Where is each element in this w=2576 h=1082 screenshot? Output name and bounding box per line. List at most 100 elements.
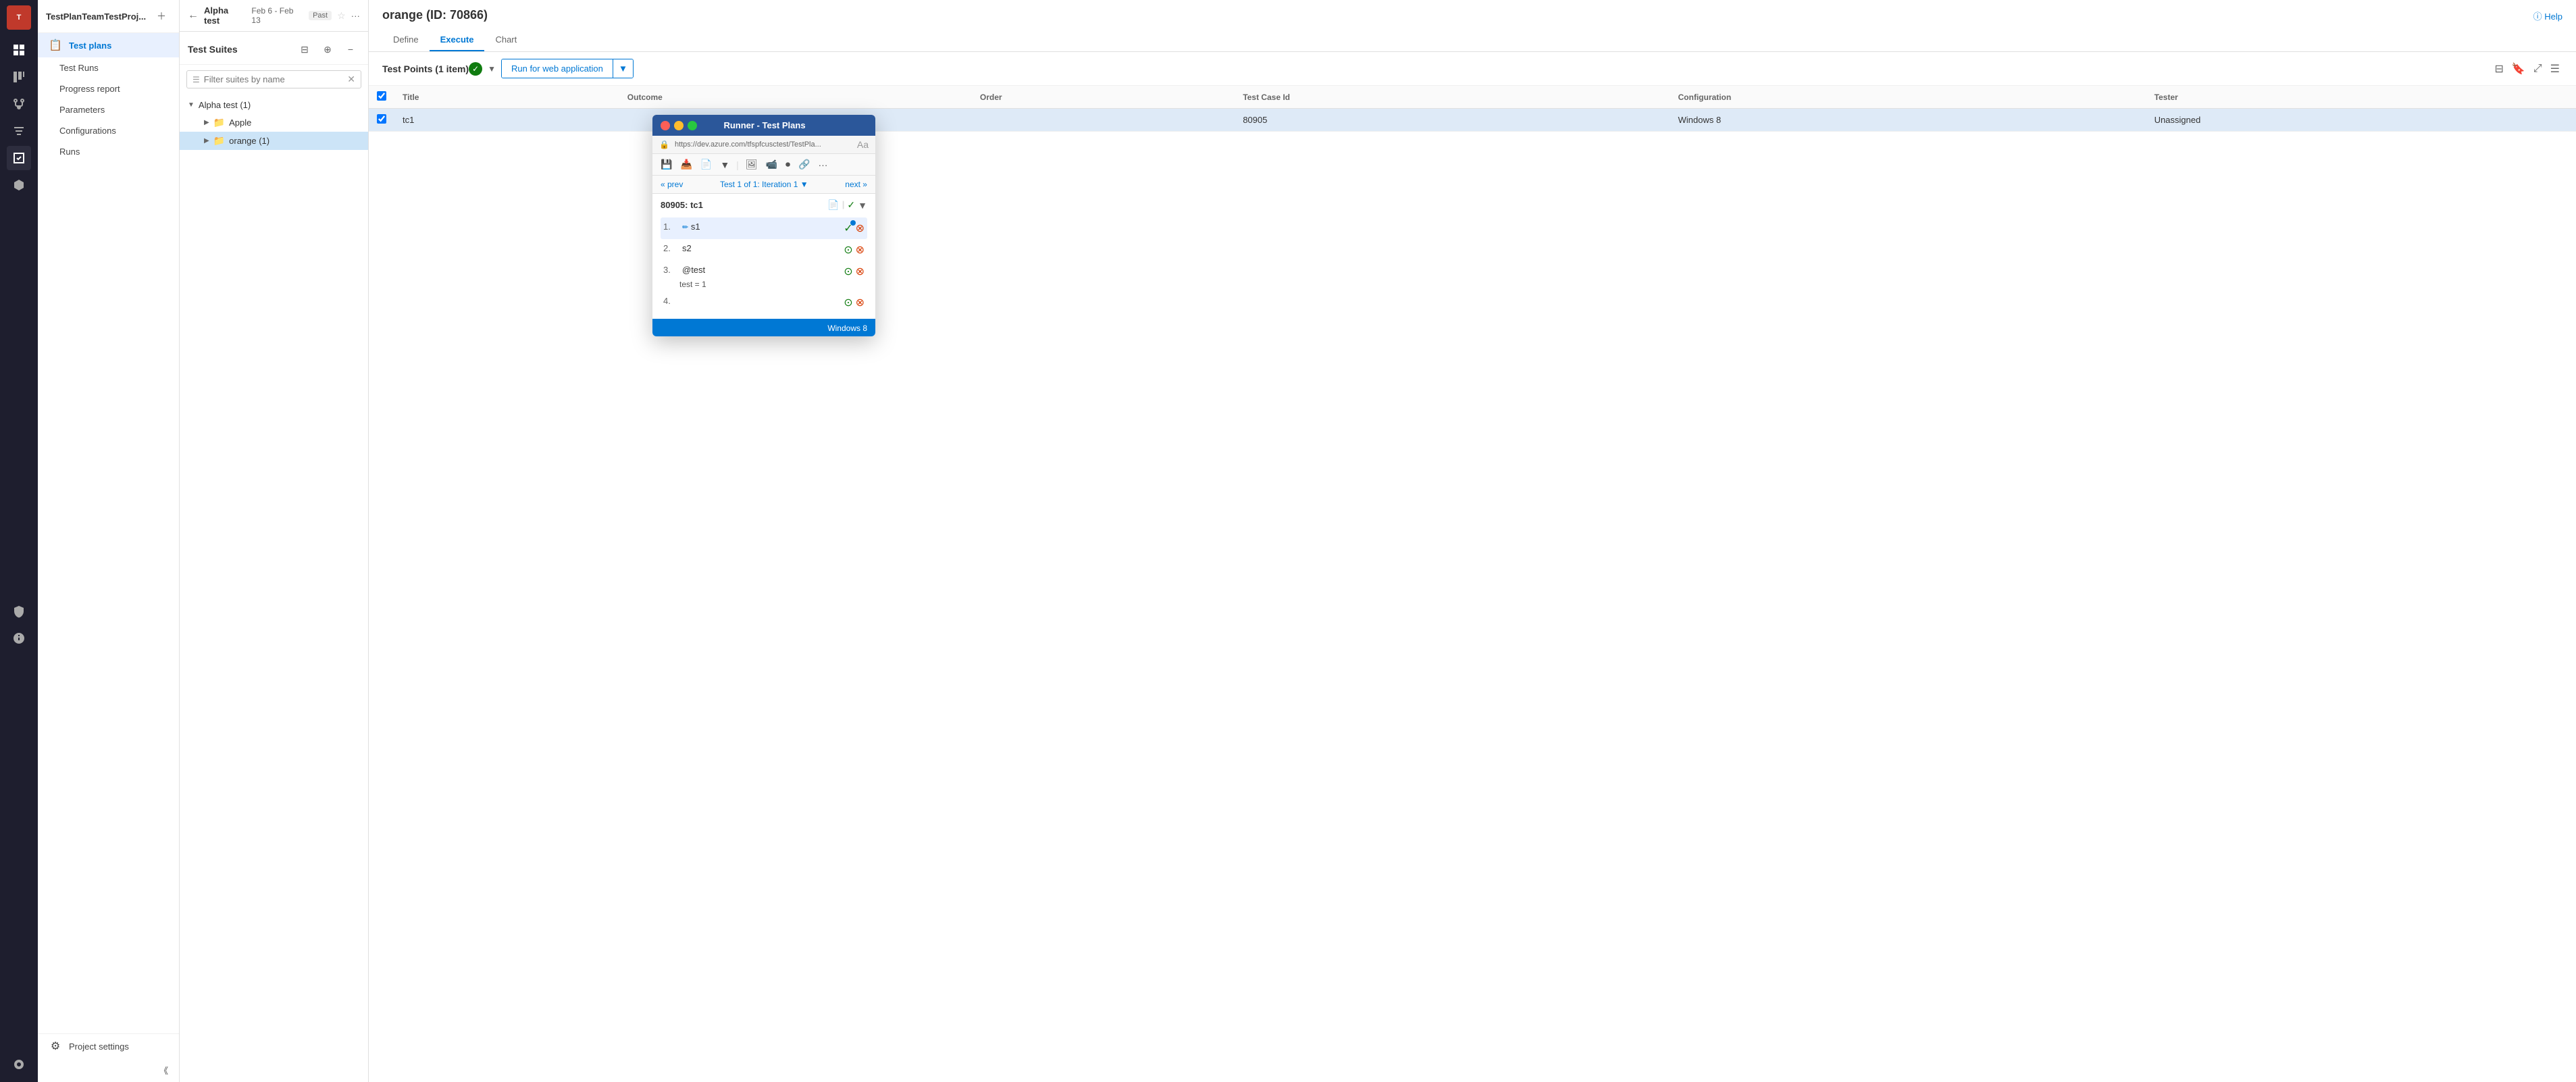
runner-toolbar: 💾 📥 📄 ▼ | 🖼 📹 ⏺ 🔗 ···	[652, 154, 875, 176]
suite-collapse-button[interactable]: −	[341, 40, 360, 59]
image-tool[interactable]: 🖼	[743, 157, 761, 172]
step-pass-3[interactable]: ⊙	[844, 265, 852, 278]
record-tool[interactable]: ⏺	[783, 157, 793, 172]
sidebar-item-artifacts[interactable]	[7, 173, 31, 197]
tab-define[interactable]: Define	[382, 29, 430, 51]
nav-item-test-plans[interactable]: 📋 Test plans	[38, 33, 179, 57]
step-num-3: 3.	[663, 265, 677, 275]
runner-footer: Windows 8	[652, 319, 875, 336]
col-tester: Tester	[2146, 86, 2576, 109]
step-pass-4[interactable]: ⊙	[844, 296, 852, 309]
nav-item-runs[interactable]: Runs	[38, 141, 179, 162]
filter-clear-icon[interactable]: ✕	[347, 74, 355, 85]
more-button[interactable]: ···	[351, 11, 360, 21]
nav-add-button[interactable]: ＋	[152, 7, 171, 26]
file-tool[interactable]: 📄	[698, 157, 715, 172]
runner-step-2: 2. s2 ⊙ ⊗	[661, 239, 867, 261]
sidebar-item-project-settings[interactable]	[7, 1052, 31, 1077]
nav-item-project-settings[interactable]: ⚙ Project settings	[38, 1034, 179, 1058]
row-order	[972, 109, 1235, 132]
avatar: T	[7, 5, 31, 30]
toolbar-icons: ⊟ 🔖 ⤢ ☰	[2492, 59, 2562, 78]
suite-item-apple[interactable]: ▶ 📁 Apple	[180, 113, 368, 132]
more-tool[interactable]: ···	[815, 157, 830, 172]
row-checkbox[interactable]	[377, 114, 386, 124]
runner-pass-button[interactable]: ✓	[847, 199, 855, 211]
tab-execute[interactable]: Execute	[430, 29, 485, 51]
main-header: orange (ID: 70866) Define Execute Chart	[369, 0, 2576, 52]
step-text-1: ✏ s1	[682, 222, 838, 232]
reader-mode-icon[interactable]: Aa	[857, 139, 869, 150]
help-link[interactable]: ⓘ Help	[2533, 9, 2562, 22]
suite-copy-button[interactable]: ⊟	[295, 40, 314, 59]
runner-titlebar: Runner - Test Plans	[652, 115, 875, 136]
save-tool[interactable]: 💾	[658, 157, 675, 172]
runner-edit-button[interactable]: 📄	[827, 199, 839, 211]
suite-filter: ☰ ✕	[186, 70, 361, 88]
traffic-green[interactable]	[688, 121, 697, 130]
sidebar-item-boards[interactable]	[7, 65, 31, 89]
runner-prev-button[interactable]: « prev	[661, 180, 683, 189]
sidebar-item-overview[interactable]	[7, 38, 31, 62]
suite-item-orange-label: orange (1)	[229, 136, 269, 146]
nav-item-progress-report[interactable]: Progress report	[38, 78, 179, 99]
insert-tool[interactable]: ▼	[717, 157, 732, 172]
step-pass-1[interactable]: ✓	[844, 222, 852, 235]
runner-step-4: 4. ⊙ ⊗	[661, 292, 867, 313]
traffic-yellow[interactable]	[674, 121, 684, 130]
nav-collapse[interactable]: 《	[38, 1058, 179, 1082]
link-tool[interactable]: 🔗	[796, 157, 813, 172]
run-button-group: Run for web application ▼	[501, 59, 634, 78]
expand-icon: ▼	[188, 101, 195, 109]
suite-item-orange[interactable]: ▶ 📁 orange (1)	[180, 132, 368, 150]
suite-group-alpha[interactable]: ▼ Alpha test (1)	[180, 97, 368, 113]
sidebar-item-pipelines[interactable]	[7, 119, 31, 143]
nav-item-configurations[interactable]: Configurations	[38, 120, 179, 141]
star-button[interactable]: ☆	[337, 10, 346, 22]
step-fail-1[interactable]: ⊗	[856, 222, 865, 235]
fullscreen-button[interactable]: ⤢	[2531, 59, 2545, 78]
nav-item-test-runs[interactable]: Test Runs	[38, 57, 179, 78]
back-button[interactable]: ←	[188, 9, 199, 22]
video-tool[interactable]: 📹	[763, 157, 780, 172]
col-outcome: Outcome	[619, 86, 972, 109]
select-all-checkbox[interactable]	[377, 91, 386, 101]
date-range: Feb 6 - Feb 13	[251, 6, 299, 25]
step-fail-2[interactable]: ⊗	[856, 243, 865, 257]
page-title: orange (ID: 70866)	[382, 8, 2562, 22]
test-points-title: Test Points (1 item)	[382, 63, 469, 74]
col-test-case-id: Test Case Id	[1235, 86, 1670, 109]
sidebar-item-test-plans[interactable]	[7, 146, 31, 170]
runner-test-actions: 📄 | ✓ ▼	[827, 199, 867, 211]
sidebar-item-repos[interactable]	[7, 92, 31, 116]
more-options-button[interactable]: ☰	[2548, 59, 2562, 78]
settings-icon: ⚙	[49, 1039, 62, 1053]
filter-input[interactable]	[204, 74, 344, 84]
past-badge: Past	[309, 11, 332, 20]
step-fail-4[interactable]: ⊗	[856, 296, 865, 309]
runner-nav: « prev Test 1 of 1: Iteration 1 ▼ next »	[652, 176, 875, 194]
step-fail-3[interactable]: ⊗	[856, 265, 865, 278]
suite-add-button[interactable]: ⊕	[318, 40, 337, 59]
status-dropdown[interactable]: ▼	[488, 64, 496, 74]
runner-footer-text: Windows 8	[827, 324, 867, 333]
split-view-button[interactable]: ⊟	[2492, 59, 2506, 78]
traffic-red[interactable]	[661, 121, 670, 130]
step-controls-4: ⊙ ⊗	[844, 296, 865, 309]
run-for-web-button[interactable]: Run for web application	[502, 59, 613, 78]
step-pass-2[interactable]: ⊙	[844, 243, 852, 257]
step-text-3: @test	[682, 265, 838, 275]
main-toolbar: Test Points (1 item) ✓ ▼ Run for web app…	[369, 52, 2576, 86]
runner-expand-button[interactable]: ▼	[858, 199, 867, 211]
tab-chart[interactable]: Chart	[484, 29, 527, 51]
sidebar-item-compliance[interactable]	[7, 599, 31, 623]
runner-next-button[interactable]: next »	[845, 180, 867, 189]
nav-item-parameters[interactable]: Parameters	[38, 99, 179, 120]
column-options-button[interactable]: 🔖	[2509, 59, 2528, 78]
sidebar-item-start-right[interactable]	[7, 626, 31, 650]
save-as-tool[interactable]: 📥	[677, 157, 694, 172]
step-controls-3: ⊙ ⊗	[844, 265, 865, 278]
run-dropdown-button[interactable]: ▼	[613, 59, 633, 78]
lock-icon: 🔒	[659, 140, 669, 149]
sidebar: T	[0, 0, 38, 1082]
